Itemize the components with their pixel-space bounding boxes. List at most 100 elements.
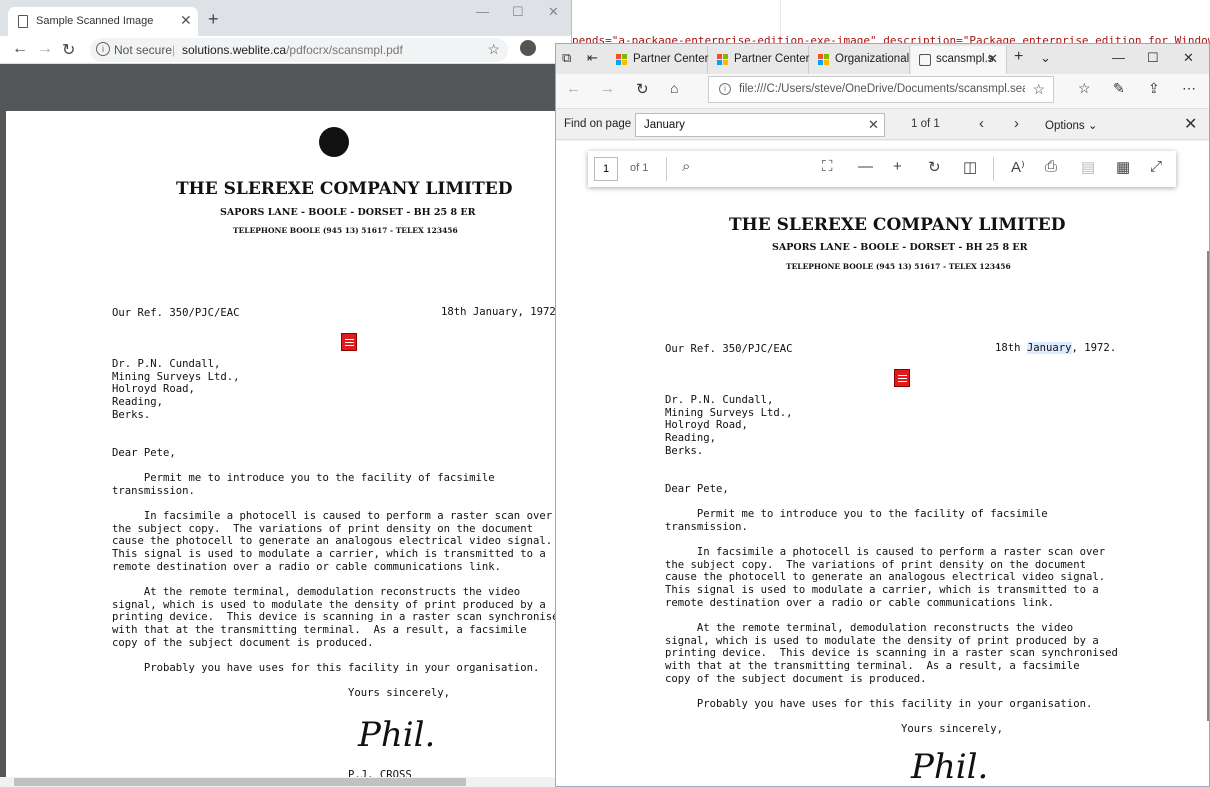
url-path: /pdfocrx/scansmpl.pdf (286, 43, 403, 57)
new-tab-icon[interactable]: + (1014, 48, 1023, 66)
horizontal-scrollbar[interactable] (0, 777, 556, 787)
pdf-toolbar: 1 of 1 ⌕ ⛶ — + ↻ ◫ A⁾ ⎙ ▤ ▦ ⤢ (588, 151, 1176, 187)
set-tabs-aside-icon[interactable]: ⇤ (587, 50, 598, 66)
page-number-input[interactable]: 1 (594, 157, 618, 181)
edge-tab-2[interactable]: Partner Center (709, 46, 809, 74)
paragraph-3: At the remote terminal, demodulation rec… (112, 586, 565, 649)
more-menu-icon[interactable]: ⋯ (1182, 80, 1196, 97)
omnibox[interactable]: i Not secure | solutions.weblite.ca/pdfo… (90, 38, 508, 62)
zoom-out-icon[interactable]: — (858, 158, 873, 175)
rotate-icon[interactable]: ↻ (928, 158, 941, 176)
close-tab-icon[interactable]: ✕ (987, 51, 998, 67)
pdf-page: THE SLEREXE COMPANY LIMITED SAPORS LANE … (6, 111, 571, 787)
tab-preview-icon[interactable]: ⧉ (562, 50, 571, 66)
maximize-icon[interactable]: ☐ (1147, 50, 1159, 66)
edge-tab-1[interactable]: Partner Center (608, 46, 708, 74)
paragraph-2: In facsimile a photocell is caused to pe… (665, 546, 1106, 609)
date-prefix: 18th (441, 306, 473, 318)
find-label: Find on page (564, 118, 632, 130)
favorites-list-icon[interactable]: ☆ (1078, 80, 1091, 97)
toolbar-divider (993, 157, 994, 181)
reference: Our Ref. 350/PJC/EAC (112, 307, 240, 319)
pdf-viewer-area: THE SLEREXE COMPANY LIMITED SAPORS LANE … (0, 111, 571, 787)
scrollbar-thumb[interactable] (14, 778, 466, 786)
edge-tab-active[interactable]: scansmpl.s ✕ (911, 46, 1007, 74)
edge-address-row: ← → ↻ ⌂ i file:///C:/Users/steve/OneDriv… (556, 74, 1209, 108)
find-options[interactable]: Options ⌄ (1045, 118, 1097, 132)
search-icon[interactable]: ⌕ (682, 158, 690, 175)
scanned-letter-edge: THE SLEREXE COMPANY LIMITED SAPORS LANE … (556, 141, 1206, 786)
find-input[interactable]: January ✕ (635, 113, 885, 137)
close-find-icon[interactable]: ✕ (1184, 114, 1197, 134)
minimize-icon[interactable]: — (1112, 50, 1125, 65)
salutation: Dear Pete, (665, 483, 729, 495)
print-icon[interactable]: ⎙ (1045, 158, 1057, 175)
account-avatar-icon[interactable] (520, 40, 536, 56)
paragraph-2: In facsimile a photocell is caused to pe… (112, 510, 553, 573)
new-tab-icon[interactable]: + (208, 9, 219, 30)
annotation-note-icon[interactable] (894, 369, 910, 387)
fit-page-icon[interactable]: ⛶ (822, 158, 833, 175)
reload-icon[interactable]: ↻ (62, 40, 75, 60)
company-address: SAPORS LANE - BOOLE - DORSET - BH 25 8 E… (220, 207, 476, 218)
omnibox-separator: | (172, 43, 176, 57)
zoom-in-icon[interactable]: + (893, 158, 902, 175)
info-icon[interactable]: i (719, 83, 731, 95)
tab-list-chevron-icon[interactable]: ⌄ (1040, 50, 1051, 66)
toolbar-divider (666, 157, 667, 181)
favorite-star-icon[interactable]: ☆ (1032, 81, 1045, 98)
annotation-note-icon[interactable] (341, 333, 357, 351)
maximize-icon[interactable]: ☐ (512, 4, 524, 20)
closing: Yours sincerely, (348, 687, 451, 699)
close-window-icon[interactable]: ✕ (548, 4, 559, 20)
minimize-icon[interactable]: — (476, 4, 489, 19)
notes-pen-icon[interactable]: ✎ (1113, 80, 1125, 97)
date-suffix: , 1972. (1071, 342, 1117, 354)
letter-date: 18th January, 1972. (441, 306, 562, 319)
home-icon[interactable]: ⌂ (670, 80, 678, 96)
edge-tab-label: Partner Center (633, 53, 709, 65)
page-count: of 1 (630, 162, 649, 174)
close-window-icon[interactable]: ✕ (1183, 50, 1194, 66)
clear-find-icon[interactable]: ✕ (868, 117, 879, 133)
edge-tab-3[interactable]: Organizational (810, 46, 910, 74)
url-text[interactable]: solutions.weblite.ca/pdfocrx/scansmpl.pd… (182, 43, 403, 57)
save-icon[interactable]: ▤ (1081, 158, 1095, 176)
signature: Phil. (358, 715, 436, 755)
back-icon[interactable]: ← (566, 80, 581, 97)
close-tab-icon[interactable]: ✕ (180, 12, 192, 29)
previous-match-icon[interactable]: ‹ (979, 115, 984, 132)
read-aloud-icon[interactable]: A⁾ (1011, 158, 1025, 176)
edge-tab-label: scansmpl.s (936, 53, 994, 65)
share-icon[interactable]: ⇪ (1148, 80, 1160, 97)
bookmark-star-icon[interactable]: ☆ (487, 41, 500, 58)
page-view-icon[interactable]: ◫ (963, 158, 977, 176)
microsoft-logo-icon (818, 54, 830, 66)
chrome-tab-title: Sample Scanned Image (36, 15, 154, 27)
letter-date: 18th January, 1972. (995, 342, 1116, 355)
back-icon[interactable]: ← (12, 40, 28, 58)
full-screen-icon[interactable]: ⤢ (1150, 158, 1162, 175)
find-options-label: Options (1045, 120, 1085, 132)
forward-icon[interactable]: → (600, 80, 615, 97)
pdf-tab-icon (919, 54, 931, 66)
save-as-icon[interactable]: ▦ (1116, 158, 1130, 176)
company-logo (319, 127, 349, 157)
info-icon[interactable]: i (96, 42, 110, 56)
closing: Yours sincerely, (901, 723, 1004, 735)
edge-tab-label: Organizational (835, 53, 910, 65)
document-icon (18, 15, 28, 28)
paragraph-1: Permit me to introduce you to the facili… (665, 508, 1048, 533)
recipient-address: Dr. P.N. Cundall, Mining Surveys Ltd., H… (665, 394, 793, 457)
paragraph-1: Permit me to introduce you to the facili… (112, 472, 495, 497)
find-count: 1 of 1 (911, 118, 940, 130)
security-label: Not secure (114, 43, 173, 57)
company-phone: TELEPHONE BOOLE (945 13) 51617 - TELEX 1… (786, 262, 1011, 271)
chrome-tab[interactable]: Sample Scanned Image ✕ (8, 7, 198, 36)
salutation: Dear Pete, (112, 447, 176, 459)
address-bar[interactable]: i file:///C:/Users/steve/OneDrive/Docume… (708, 76, 1054, 103)
next-match-icon[interactable]: › (1014, 115, 1019, 132)
find-bar: Find on page January ✕ 1 of 1 ‹ › Option… (556, 108, 1209, 140)
forward-icon[interactable]: → (37, 40, 53, 58)
refresh-icon[interactable]: ↻ (636, 80, 649, 98)
